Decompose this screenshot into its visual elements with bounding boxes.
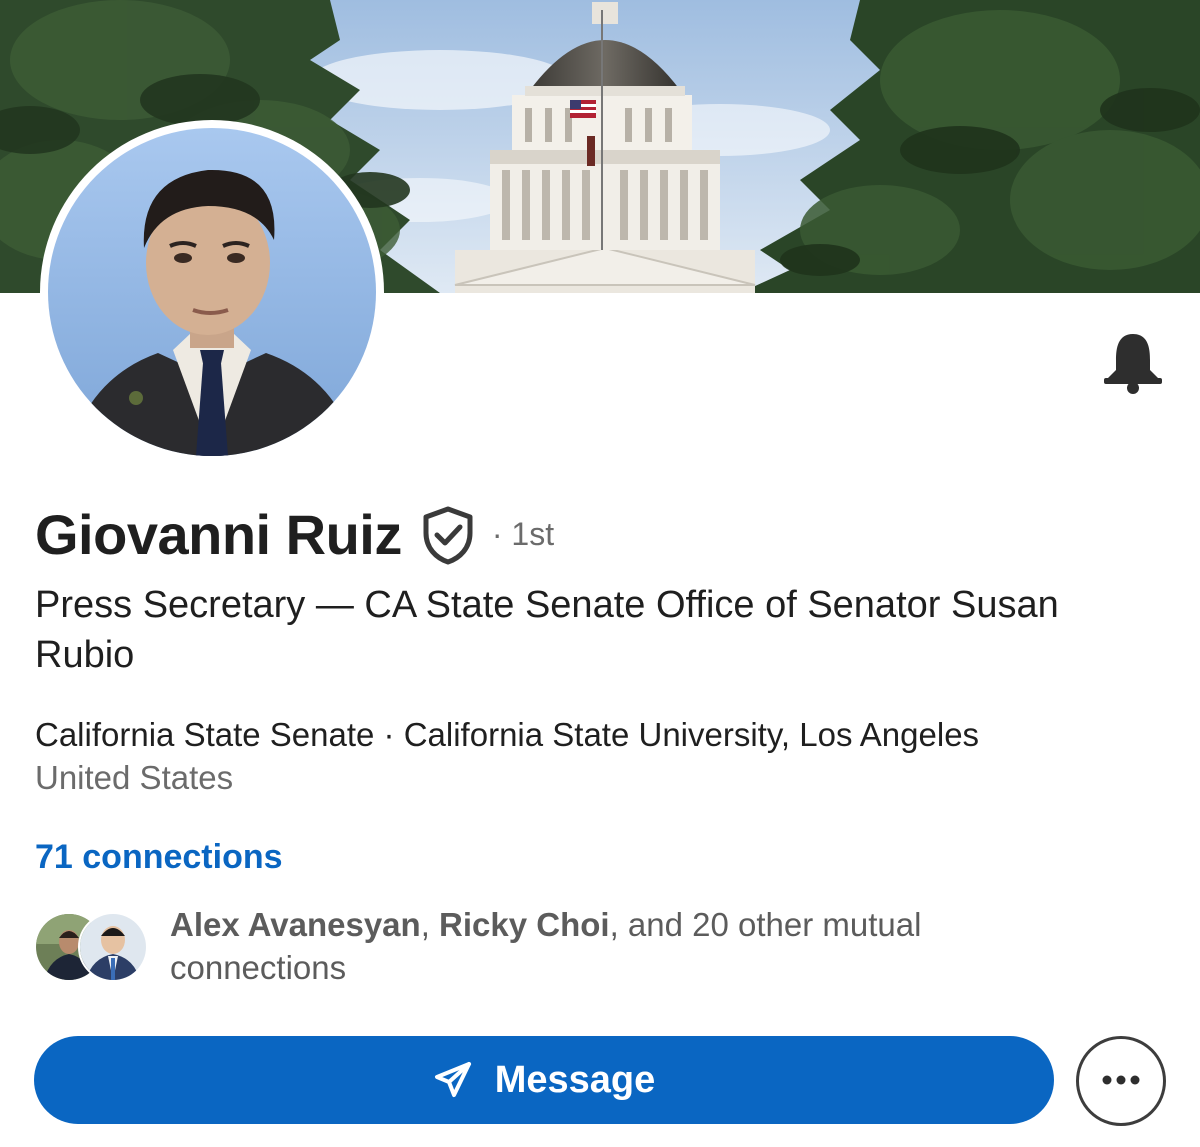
send-icon bbox=[433, 1060, 473, 1100]
profile-location: United States bbox=[35, 759, 234, 796]
mutual-name-1: Alex Avanesyan bbox=[170, 906, 421, 943]
connections-link[interactable]: 71 connections bbox=[35, 836, 283, 878]
message-button-label: Message bbox=[494, 1058, 656, 1101]
mutual-name-2: Ricky Choi bbox=[439, 906, 610, 943]
more-options-button[interactable] bbox=[1076, 1036, 1166, 1126]
mutual-avatar bbox=[78, 912, 148, 982]
profile-name: Giovanni Ruiz bbox=[35, 503, 402, 566]
connection-degree: · 1st bbox=[491, 516, 555, 552]
more-horizontal-icon bbox=[1101, 1072, 1141, 1090]
mutual-connection-avatars[interactable] bbox=[34, 912, 150, 982]
name-row: Giovanni Ruiz · 1st bbox=[35, 502, 554, 567]
profile-organizations[interactable]: California State Senate · California Sta… bbox=[35, 714, 979, 756]
bell-icon[interactable] bbox=[1098, 330, 1168, 396]
mutual-connections-text[interactable]: Alex Avanesyan, Ricky Choi, and 20 other… bbox=[170, 903, 1070, 989]
shield-check-icon[interactable] bbox=[420, 505, 476, 565]
profile-headline: Press Secretary — CA State Senate Office… bbox=[35, 584, 1059, 676]
profile-avatar[interactable] bbox=[40, 120, 384, 464]
message-button[interactable]: Message bbox=[34, 1036, 1054, 1124]
